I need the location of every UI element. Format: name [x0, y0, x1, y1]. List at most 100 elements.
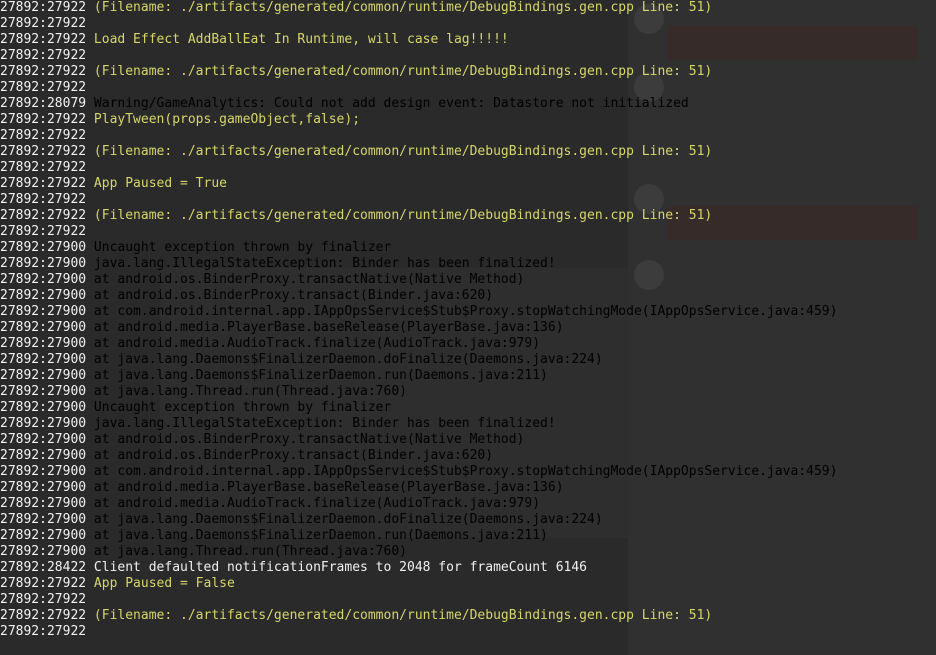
log-line: 27892:27922	[0, 592, 936, 608]
log-timestamp: 27892:27900	[0, 368, 87, 383]
log-line: 27892:27900 at com.android.internal.app.…	[0, 304, 936, 320]
log-timestamp: 27892:27900	[0, 272, 87, 287]
log-timestamp: 27892:27922	[0, 192, 87, 207]
log-timestamp: 27892:27922	[0, 160, 87, 175]
log-line: 27892:27922 (Filename: ./artifacts/gener…	[0, 208, 936, 224]
log-line: 27892:27922	[0, 16, 936, 32]
log-message: Uncaught exception thrown by finalizer	[93, 240, 392, 255]
log-line: 27892:27900 at android.os.BinderProxy.tr…	[0, 288, 936, 304]
log-timestamp: 27892:27900	[0, 448, 87, 463]
log-timestamp: 27892:27922	[0, 112, 87, 127]
log-message: at com.android.internal.app.IAppOpsServi…	[93, 464, 838, 479]
log-timestamp: 27892:27900	[0, 512, 87, 527]
log-timestamp: 27892:27922	[0, 224, 87, 239]
log-timestamp: 27892:27922	[0, 144, 87, 159]
log-line: 27892:27922	[0, 624, 936, 640]
log-message: at android.media.PlayerBase.baseRelease(…	[93, 320, 564, 335]
log-timestamp: 27892:28422	[0, 560, 87, 575]
log-line: 27892:27922	[0, 192, 936, 208]
log-timestamp: 27892:27922	[0, 208, 87, 223]
log-line: 27892:27900 Uncaught exception thrown by…	[0, 240, 936, 256]
log-timestamp: 27892:27900	[0, 256, 87, 271]
log-message: java.lang.IllegalStateException: Binder …	[93, 416, 556, 431]
log-message: java.lang.IllegalStateException: Binder …	[93, 256, 556, 271]
log-timestamp: 27892:28079	[0, 96, 87, 111]
log-line: 27892:27922	[0, 160, 936, 176]
log-message: (Filename: ./artifacts/generated/common/…	[93, 208, 713, 223]
log-message: at android.os.BinderProxy.transactNative…	[93, 272, 525, 287]
log-message: at android.media.PlayerBase.baseRelease(…	[93, 480, 564, 495]
log-line: 27892:27922 PlayTween(props.gameObject,f…	[0, 112, 936, 128]
log-line: 27892:28422 Client defaulted notificatio…	[0, 560, 936, 576]
log-line: 27892:27900 at android.media.PlayerBase.…	[0, 480, 936, 496]
log-line: 27892:27922	[0, 224, 936, 240]
log-message: at android.os.BinderProxy.transact(Binde…	[93, 288, 494, 303]
log-timestamp: 27892:27900	[0, 336, 87, 351]
log-message: PlayTween(props.gameObject,false);	[93, 112, 361, 127]
log-message: at com.android.internal.app.IAppOpsServi…	[93, 304, 838, 319]
log-line: 27892:27922 (Filename: ./artifacts/gener…	[0, 64, 936, 80]
log-line: 27892:27900 at java.lang.Daemons$Finaliz…	[0, 368, 936, 384]
log-line: 27892:27900 at android.media.AudioTrack.…	[0, 336, 936, 352]
log-message: at java.lang.Thread.run(Thread.java:760)	[93, 544, 407, 559]
log-line: 27892:27900 at com.android.internal.app.…	[0, 464, 936, 480]
log-timestamp: 27892:27900	[0, 496, 87, 511]
log-line: 27892:27900 at android.media.PlayerBase.…	[0, 320, 936, 336]
log-timestamp: 27892:27900	[0, 240, 87, 255]
log-timestamp: 27892:27900	[0, 320, 87, 335]
log-message: at java.lang.Daemons$FinalizerDaemon.run…	[93, 528, 548, 543]
log-message: Warning/GameAnalytics: Could not add des…	[93, 96, 689, 111]
log-line: 27892:27900 java.lang.IllegalStateExcept…	[0, 256, 936, 272]
log-timestamp: 27892:27922	[0, 32, 87, 47]
log-message: (Filename: ./artifacts/generated/common/…	[93, 64, 713, 79]
log-timestamp: 27892:27922	[0, 48, 87, 63]
log-line: 27892:27900 Uncaught exception thrown by…	[0, 400, 936, 416]
log-message: (Filename: ./artifacts/generated/common/…	[93, 144, 713, 159]
log-line: 27892:27922 (Filename: ./artifacts/gener…	[0, 608, 936, 624]
log-line: 27892:27922	[0, 80, 936, 96]
log-timestamp: 27892:27900	[0, 544, 87, 559]
log-message: Client defaulted notificationFrames to 2…	[93, 560, 588, 575]
log-line: 27892:27922 App Paused = True	[0, 176, 936, 192]
log-timestamp: 27892:27922	[0, 576, 87, 591]
log-message: App Paused = False	[93, 576, 235, 591]
log-timestamp: 27892:27900	[0, 384, 87, 399]
log-timestamp: 27892:27900	[0, 352, 87, 367]
log-line: 27892:27922 (Filename: ./artifacts/gener…	[0, 144, 936, 160]
log-message: at java.lang.Daemons$FinalizerDaemon.doF…	[93, 352, 603, 367]
log-message: (Filename: ./artifacts/generated/common/…	[93, 608, 713, 623]
log-timestamp: 27892:27900	[0, 528, 87, 543]
log-line: 27892:27922 App Paused = False	[0, 576, 936, 592]
log-message: at android.os.BinderProxy.transactNative…	[93, 432, 525, 447]
log-timestamp: 27892:27922	[0, 592, 87, 607]
log-message: at java.lang.Thread.run(Thread.java:760)	[93, 384, 407, 399]
log-line: 27892:27922	[0, 48, 936, 64]
log-message: at java.lang.Daemons$FinalizerDaemon.run…	[93, 368, 548, 383]
log-output[interactable]: 27892:27922 (Filename: ./artifacts/gener…	[0, 0, 936, 655]
log-message: at android.os.BinderProxy.transact(Binde…	[93, 448, 494, 463]
log-timestamp: 27892:27922	[0, 64, 87, 79]
log-timestamp: 27892:27922	[0, 608, 87, 623]
log-line: 27892:27922 (Filename: ./artifacts/gener…	[0, 0, 936, 16]
log-line: 27892:27900 at java.lang.Thread.run(Thre…	[0, 544, 936, 560]
log-timestamp: 27892:27900	[0, 400, 87, 415]
log-line: 27892:27900 at android.os.BinderProxy.tr…	[0, 272, 936, 288]
log-line: 27892:28079 Warning/GameAnalytics: Could…	[0, 96, 936, 112]
log-message: at android.media.AudioTrack.finalize(Aud…	[93, 496, 541, 511]
log-timestamp: 27892:27922	[0, 16, 87, 31]
log-message: at java.lang.Daemons$FinalizerDaemon.doF…	[93, 512, 603, 527]
log-message: at android.media.AudioTrack.finalize(Aud…	[93, 336, 541, 351]
log-line: 27892:27900 at java.lang.Daemons$Finaliz…	[0, 512, 936, 528]
log-timestamp: 27892:27922	[0, 80, 87, 95]
log-message: App Paused = True	[93, 176, 227, 191]
log-timestamp: 27892:27900	[0, 288, 87, 303]
log-timestamp: 27892:27922	[0, 176, 87, 191]
log-line: 27892:27922 Load Effect AddBallEat In Ru…	[0, 32, 936, 48]
log-timestamp: 27892:27900	[0, 480, 87, 495]
log-line: 27892:27900 at java.lang.Daemons$Finaliz…	[0, 528, 936, 544]
log-line: 27892:27922	[0, 128, 936, 144]
log-line: 27892:27900 at java.lang.Thread.run(Thre…	[0, 384, 936, 400]
log-line: 27892:27900 at java.lang.Daemons$Finaliz…	[0, 352, 936, 368]
terminal-window: 27892:27922 (Filename: ./artifacts/gener…	[0, 0, 936, 655]
log-line: 27892:27900 at android.media.AudioTrack.…	[0, 496, 936, 512]
